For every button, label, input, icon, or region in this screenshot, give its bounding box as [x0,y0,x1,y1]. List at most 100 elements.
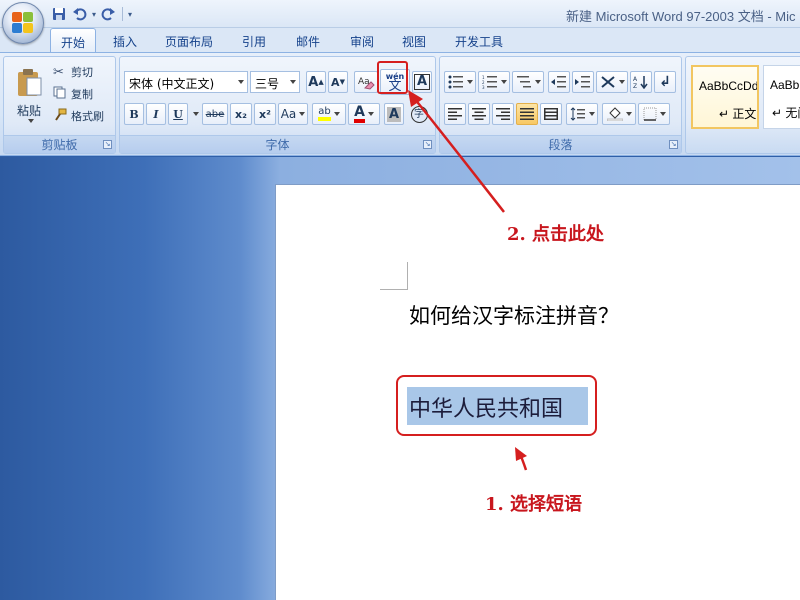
distributed-button[interactable] [540,103,562,125]
copy-button[interactable]: 复制 [52,83,114,105]
format-painter-label: 格式刷 [71,110,104,123]
grow-font-icon: A [308,74,319,90]
style-no-spacing-name: ↵ 无间 [772,106,800,120]
align-center-icon [472,108,486,120]
chinese-layout-icon [600,76,615,88]
font-color-button[interactable]: A [348,103,380,125]
format-painter-button[interactable]: 格式刷 [52,105,114,127]
line-spacing-button[interactable] [566,103,598,125]
office-button[interactable] [2,2,44,44]
multilevel-list-button[interactable] [512,71,544,93]
office-logo-icon [12,12,34,34]
undo-dropdown-icon[interactable]: ▾ [92,10,96,19]
underline-button[interactable]: U [168,103,188,125]
align-right-button[interactable] [492,103,514,125]
text-boundary-mark [380,262,408,290]
paint-bucket-icon [606,107,623,121]
shrink-font-icon: A [331,75,340,89]
font-size-dropdown[interactable]: 三号 [250,71,300,93]
undo-icon[interactable] [71,5,89,23]
clipboard-group-label: 剪贴板 [4,135,115,153]
bullets-button[interactable] [444,71,476,93]
bold-button[interactable]: B [124,103,144,125]
subscript-button[interactable]: x₂ [230,103,252,125]
style-no-spacing-preview: AaBb [770,78,800,92]
paste-label: 粘贴 [16,103,41,118]
borders-button[interactable] [638,103,670,125]
numbering-button[interactable]: 123 [478,71,510,93]
ribbon-tabs: 开始 插入 页面布局 引用 邮件 审阅 视图 开发工具 [0,28,800,52]
style-normal-name: ↵ 正文 [719,107,757,121]
strikethrough-button[interactable]: abe [202,103,228,125]
align-center-button[interactable] [468,103,490,125]
tab-insert[interactable]: 插入 [104,28,146,52]
enclose-characters-icon: 字 [410,105,428,123]
font-size-dropdown-icon [290,80,296,84]
chinese-layout-button[interactable] [596,71,628,93]
paragraph-launcher-icon[interactable]: ↘ [669,140,678,149]
shrink-font-button[interactable]: A ▼ [328,71,348,93]
cut-button[interactable]: ✂ 剪切 [52,61,114,83]
tab-review[interactable]: 审阅 [340,28,384,52]
italic-button[interactable]: I [146,103,166,125]
line-spacing-icon [570,107,585,121]
tab-view[interactable]: 视图 [392,28,436,52]
style-normal[interactable]: AaBbCcDd ↵ 正文 [691,65,759,129]
title-bar: ▾ ▾ 新建 Microsoft Word 97-2003 文档 - Mic [0,0,800,28]
character-shading-button[interactable]: A [384,103,404,125]
align-right-icon [496,108,510,120]
align-left-button[interactable] [444,103,466,125]
quick-access-toolbar: ▾ ▾ [50,4,132,24]
highlighter-icon: ab [318,107,331,121]
font-name-dropdown[interactable]: 宋体 (中文正文) [124,71,248,93]
tab-page-layout[interactable]: 页面布局 [156,28,222,52]
font-size-value: 三号 [255,77,280,91]
tab-mailings[interactable]: 邮件 [286,28,330,52]
clipboard-launcher-icon[interactable]: ↘ [103,140,112,149]
paste-button[interactable]: 粘贴 [8,59,50,131]
tab-home[interactable]: 开始 [50,28,96,52]
justify-button[interactable] [516,103,538,125]
decrease-indent-button[interactable] [548,71,570,93]
underline-dropdown-icon[interactable] [188,103,200,125]
paragraph-mark-icon: ↲ [659,74,671,90]
sort-button[interactable]: AZ [630,71,652,93]
scissors-icon: ✂ [53,64,64,80]
bullets-icon [448,75,463,89]
increase-indent-button[interactable] [572,71,594,93]
watermark-url: jingyan.baidu.com [633,565,744,579]
document-text-line[interactable]: 如何给汉字标注拼音？ [409,300,619,330]
style-normal-preview: AaBbCcDd [699,79,759,93]
character-border-button[interactable]: A [412,71,432,93]
font-name-dropdown-icon [238,80,244,84]
paragraph-group-label: 段落 [440,135,681,153]
step2-annotation: 2. 点击此处 [507,224,605,245]
paste-dropdown-icon [27,118,34,123]
decrease-indent-icon [551,76,566,88]
shading-button[interactable] [602,103,636,125]
window-title: 新建 Microsoft Word 97-2003 文档 - Mic [566,9,796,24]
enclose-characters-button[interactable]: 字 [408,103,430,125]
font-color-icon: A [354,105,365,123]
svg-text:Z: Z [633,83,637,89]
font-launcher-icon[interactable]: ↘ [423,140,432,149]
sort-icon: AZ [633,76,648,89]
show-marks-button[interactable]: ↲ [654,71,676,93]
distributed-icon [544,108,558,120]
copy-label: 复制 [71,88,93,101]
align-left-icon [448,108,462,120]
superscript-button[interactable]: x² [254,103,276,125]
change-case-button[interactable]: Aa [278,103,308,125]
customize-qat-icon[interactable]: ▾ [128,10,132,19]
tab-references[interactable]: 引用 [232,28,276,52]
cut-label: 剪切 [71,66,93,79]
increase-indent-icon [575,76,590,88]
style-no-spacing[interactable]: AaBb ↵ 无间 [763,65,800,129]
highlight-button[interactable]: ab [312,103,346,125]
tab-developer[interactable]: 开发工具 [446,28,512,52]
save-icon[interactable] [50,5,68,23]
clear-formatting-button[interactable]: Aa [354,71,378,93]
redo-icon[interactable] [99,5,117,23]
paste-icon [18,68,42,96]
grow-font-button[interactable]: A ▲ [306,71,326,93]
